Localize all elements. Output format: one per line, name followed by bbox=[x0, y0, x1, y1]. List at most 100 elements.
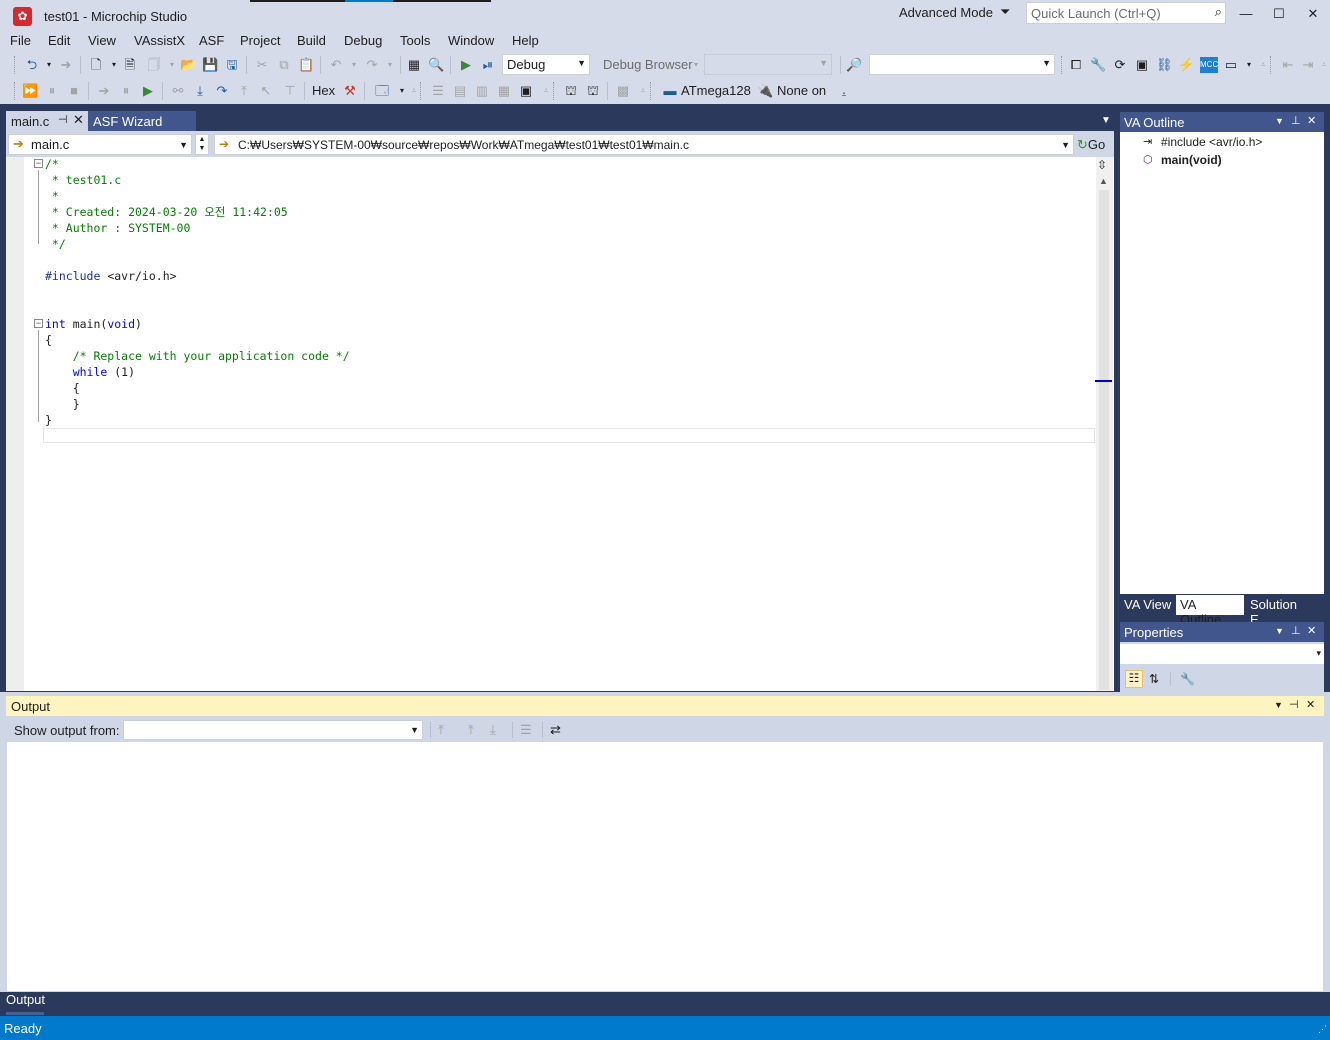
advanced-mode-label[interactable]: Advanced Mode bbox=[899, 5, 993, 20]
debug-browser-button[interactable]: Debug Browser bbox=[603, 57, 693, 72]
navigate-back-icon[interactable]: ⮌ bbox=[24, 57, 40, 73]
fold-toggle-main[interactable]: − bbox=[34, 319, 43, 328]
tab-overflow-icon[interactable]: ▼ bbox=[1101, 115, 1111, 126]
close-button[interactable]: ✕ bbox=[1298, 4, 1328, 24]
navigate-forward-icon[interactable]: ➜ bbox=[58, 57, 74, 73]
save-all-icon[interactable]: 🖫 bbox=[224, 57, 240, 73]
output-source-select[interactable]: ▼ bbox=[123, 720, 423, 740]
categorized-icon[interactable]: ☷ bbox=[1125, 670, 1143, 688]
toolbar-grip[interactable] bbox=[14, 56, 17, 74]
properties-object-select[interactable]: ▾ bbox=[1120, 644, 1324, 664]
refresh-icon[interactable]: ⟳ bbox=[1112, 57, 1128, 73]
solution-explorer-icon[interactable]: ▦ bbox=[406, 57, 422, 73]
code-line[interactable]: } bbox=[45, 396, 80, 412]
pin-icon[interactable]: ⊥ bbox=[1291, 114, 1301, 127]
toolbar-grip[interactable] bbox=[420, 82, 423, 100]
code-line[interactable]: */ bbox=[45, 236, 66, 252]
reset-icon[interactable]: ⊤ bbox=[282, 83, 298, 99]
toolbar-grip[interactable] bbox=[650, 82, 653, 100]
run-icon[interactable]: ▶ bbox=[140, 83, 156, 99]
resize-grip-icon[interactable]: ⋰ bbox=[1318, 1024, 1327, 1035]
io-view-icon[interactable]: ▣ bbox=[518, 83, 534, 99]
find-in-files-icon[interactable]: 🔎 bbox=[846, 57, 862, 73]
pin-icon[interactable]: ⊥ bbox=[1291, 624, 1301, 637]
open-file-icon[interactable]: 📂 bbox=[180, 57, 196, 73]
platform-select[interactable]: ▼ bbox=[704, 54, 832, 75]
chevron-down-icon[interactable]: ▾ bbox=[164, 57, 180, 73]
close-icon[interactable]: ✕ bbox=[73, 112, 84, 128]
chevron-down-icon[interactable]: ▼ bbox=[1274, 700, 1283, 710]
device-selector[interactable]: ATmega128 bbox=[681, 83, 751, 98]
outline-node-main[interactable]: main(void) bbox=[1161, 153, 1222, 167]
chevron-down-icon[interactable]: ▼ bbox=[1275, 116, 1284, 126]
va-outline-header[interactable]: VA Outline ▼ ⊥ ✕ bbox=[1120, 112, 1324, 132]
menu-build[interactable]: Build bbox=[297, 33, 326, 48]
grid-icon[interactable]: ▩ bbox=[615, 83, 631, 99]
alphabetical-icon[interactable]: ⇅ bbox=[1149, 672, 1159, 686]
close-icon[interactable]: ✕ bbox=[1307, 114, 1316, 127]
tab-solution-explorer[interactable]: Solution E... bbox=[1246, 595, 1324, 627]
tab-va-outline[interactable]: VA Outline bbox=[1176, 595, 1244, 627]
word-wrap-icon[interactable]: ⇄ bbox=[550, 722, 561, 738]
step-into-icon[interactable]: ⤓ bbox=[192, 83, 208, 99]
menu-vassistx[interactable]: VAssistX bbox=[134, 33, 185, 48]
scrollbar-thumb[interactable] bbox=[1099, 190, 1109, 690]
menu-edit[interactable]: Edit bbox=[48, 33, 70, 48]
code-line[interactable]: /* bbox=[45, 156, 59, 172]
code-line[interactable]: } bbox=[45, 412, 52, 428]
cut-icon[interactable]: ✂ bbox=[254, 57, 270, 73]
windows-icon[interactable]: 🗔 bbox=[374, 83, 390, 99]
search-icon[interactable]: ⌕ bbox=[1215, 4, 1222, 20]
toolbar-overflow-icon[interactable]: ⩡ bbox=[1316, 57, 1330, 73]
chevron-down-icon[interactable]: ▾ bbox=[382, 57, 398, 73]
code-line[interactable]: #include <avr/io.h> bbox=[45, 268, 177, 284]
chevron-down-icon[interactable]: ▾ bbox=[41, 57, 57, 73]
tab-asf-wizard[interactable]: ASF Wizard bbox=[88, 111, 196, 131]
nav-spinner[interactable]: ▲ ▼ bbox=[195, 134, 209, 155]
code-line[interactable]: * bbox=[45, 188, 59, 204]
outline-node-include[interactable]: #include <avr/io.h> bbox=[1161, 135, 1262, 149]
microchip-logo-icon[interactable]: ✿ bbox=[13, 7, 32, 26]
connect-icon[interactable]: ⛓ bbox=[1156, 57, 1173, 73]
copy-icon[interactable]: ⧉ bbox=[276, 57, 292, 73]
run-to-cursor-icon[interactable]: ↖ bbox=[258, 83, 274, 99]
code-line[interactable]: * test01.c bbox=[45, 172, 121, 188]
pin-icon[interactable]: ⊣ bbox=[58, 113, 68, 126]
start-without-debugging-icon[interactable]: ⏯ bbox=[480, 57, 496, 73]
go-button[interactable]: ↻Go bbox=[1077, 134, 1113, 155]
step-over-icon[interactable]: ↷ bbox=[214, 83, 230, 99]
mcc-icon[interactable]: MCC bbox=[1200, 57, 1218, 73]
maximize-button[interactable]: ☐ bbox=[1264, 4, 1294, 24]
terminal-icon[interactable]: ▭ bbox=[1223, 57, 1239, 73]
file-path-select[interactable]: ➔ C:₩Users₩SYSTEM-00₩source₩repos₩Work₩A… bbox=[214, 134, 1074, 155]
chevron-down-icon[interactable]: ▾ bbox=[106, 57, 122, 73]
stop-icon[interactable]: ■ bbox=[66, 83, 82, 99]
close-icon[interactable]: ✕ bbox=[1306, 698, 1315, 711]
wrench-icon[interactable]: 🔧 bbox=[1090, 57, 1106, 73]
menu-view[interactable]: View bbox=[88, 33, 116, 48]
indent-icon[interactable]: ⇥ bbox=[1300, 57, 1316, 73]
find-message-icon[interactable]: ⤒ bbox=[438, 722, 444, 738]
code-editor[interactable] bbox=[6, 157, 1114, 691]
power-debugger-icon[interactable]: ⚡ bbox=[1178, 57, 1194, 73]
split-window-icon[interactable]: ⇳ bbox=[1097, 158, 1107, 172]
minimize-button[interactable]: — bbox=[1231, 4, 1261, 24]
undo-icon[interactable]: ↶ bbox=[328, 57, 344, 73]
clear-all-icon[interactable]: ☰ bbox=[520, 722, 532, 738]
quick-launch-input[interactable]: Quick Launch (Ctrl+Q) ⌕ bbox=[1026, 2, 1226, 24]
save-icon[interactable]: 💾 bbox=[202, 57, 218, 73]
show-next-statement-icon[interactable]: ➔ bbox=[96, 83, 112, 99]
fold-toggle-comment[interactable]: − bbox=[34, 159, 43, 168]
pause-icon[interactable]: ⏸ bbox=[118, 83, 134, 99]
toolbar-grip[interactable] bbox=[1270, 56, 1273, 74]
find-icon[interactable]: 🔍 bbox=[428, 57, 444, 73]
vs-window-icon[interactable]: ⧠ bbox=[1068, 57, 1084, 73]
tab-output[interactable]: Output bbox=[6, 992, 45, 1007]
redo-icon[interactable]: ↷ bbox=[364, 57, 380, 73]
disassembly-icon[interactable]: ⚯ bbox=[170, 83, 186, 99]
tab-va-view[interactable]: VA View bbox=[1120, 595, 1175, 615]
toolbar-grip[interactable] bbox=[1061, 56, 1064, 74]
properties-header[interactable]: Properties ▼ ⊥ ✕ bbox=[1120, 622, 1324, 642]
property-pages-icon[interactable]: 🔧 bbox=[1180, 672, 1195, 686]
tool-icon[interactable]: ⛫ bbox=[585, 83, 601, 99]
